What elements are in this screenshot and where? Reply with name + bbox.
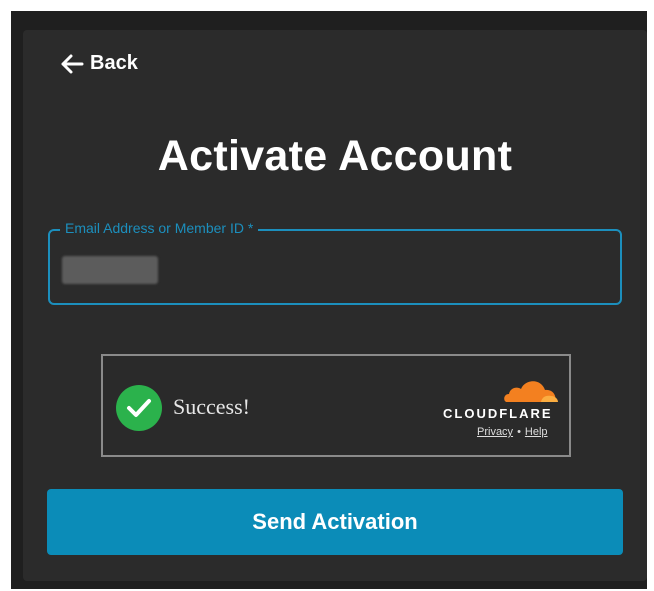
captcha-status-text: Success! xyxy=(173,394,250,419)
back-button[interactable]: Back xyxy=(60,52,138,75)
back-label: Back xyxy=(90,52,138,74)
email-field[interactable]: Email Address or Member ID * xyxy=(48,220,622,305)
cloudflare-wordmark: CLOUDFLARE xyxy=(443,406,553,421)
captcha-links: Privacy • Help xyxy=(477,426,548,438)
help-link[interactable]: Help xyxy=(525,426,548,438)
check-circle-icon xyxy=(116,385,162,431)
email-field-label: Email Address or Member ID * xyxy=(60,220,259,236)
arrow-left-icon xyxy=(61,54,84,73)
cloudflare-cloud-icon xyxy=(504,381,558,402)
cloudflare-captcha-widget[interactable]: Success! CLOUDFLARE Privacy • Help xyxy=(101,354,571,457)
page-title: Activate Account xyxy=(157,132,513,180)
email-field-value-redacted[interactable] xyxy=(62,256,158,284)
cloudflare-logo: CLOUDFLARE Privacy • Help xyxy=(437,374,563,454)
link-separator: • xyxy=(517,426,521,438)
send-activation-button[interactable]: Send Activation xyxy=(47,489,623,555)
privacy-link[interactable]: Privacy xyxy=(477,426,513,438)
